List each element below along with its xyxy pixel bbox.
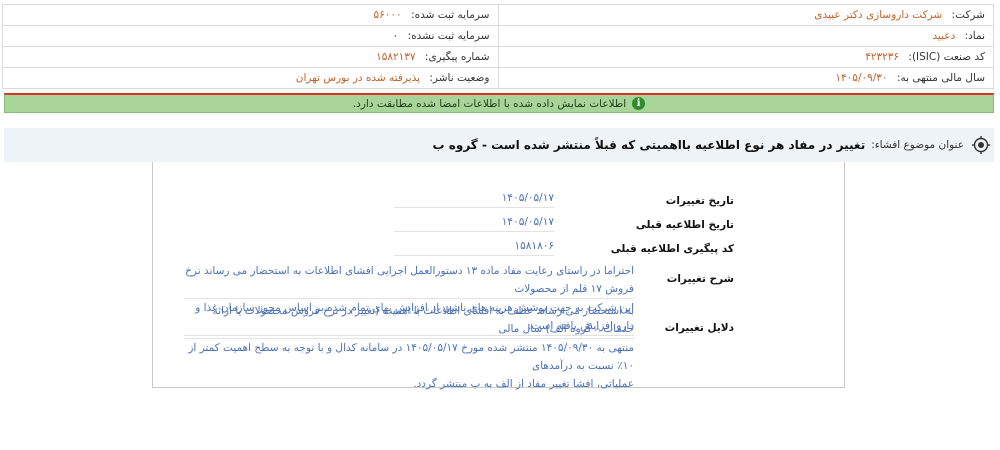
subject-title: تغییر در مفاد هر نوع اطلاعیه بااهمیتی که… (432, 138, 866, 152)
registered-capital-label: سرمایه ثبت شده: (411, 9, 490, 21)
symbol-value[interactable]: دعبید (932, 30, 955, 42)
unregistered-capital-cell: سرمایه ثبت نشده: ۰ (2, 25, 499, 47)
reasons-line: منتهی به ۱۴۰۵/۰۹/۳۰ منتشر شده مورخ ۱۴۰۵/… (188, 342, 634, 372)
fiscal-year-cell: سال مالی منتهی به: ۱۴۰۵/۰۹/۳۰ (497, 67, 994, 89)
tracking-label: شماره پیگیری: (424, 51, 490, 63)
unregistered-capital-label: سرمایه ثبت نشده: (407, 30, 490, 42)
verification-notice: i اطلاعات نمایش داده شده با اطلاعات امضا… (4, 93, 994, 113)
fiscal-year-label: سال مالی منتهی به: (896, 72, 985, 84)
company-info-table: شرکت: شرکت داروسازی دکتر عبیدی سرمایه ثب… (2, 4, 994, 89)
company-cell: شرکت: شرکت داروسازی دکتر عبیدی (497, 4, 994, 26)
change-date-value: ۱۴۰۵/۰۵/۱۷ (394, 189, 554, 208)
company-label: شرکت: (951, 9, 985, 21)
tracking-value: ۱۵۸۲۱۳۷ (376, 51, 416, 63)
isic-value: ۴۲۳۲۳۶ (865, 51, 900, 63)
target-icon (972, 136, 990, 154)
isic-cell: کد صنعت (ISIC): ۴۲۳۲۳۶ (497, 46, 994, 68)
prev-notice-date-label: تاریخ اطلاعیه قبلی (635, 219, 734, 231)
status-cell: وضعیت ناشر: پذیرفته شده در بورس تهران (2, 67, 499, 89)
registered-capital-cell: سرمایه ثبت شده: ۵۶۰۰۰ (2, 4, 499, 26)
symbol-cell: نماد: دعبید (497, 25, 994, 47)
change-date-label: تاریخ تغییرات (665, 195, 734, 207)
isic-label: کد صنعت (ISIC): (908, 51, 985, 63)
tracking-cell: شماره پیگیری: ۱۵۸۲۱۳۷ (2, 46, 499, 68)
status-label: وضعیت ناشر: (429, 72, 490, 84)
reasons-text: به استحضار می رساند عطف به افشای اطلاعات… (184, 302, 634, 393)
subject-label: عنوان موضوع افشاء: (871, 139, 964, 151)
prev-tracking-value: ۱۵۸۱۸۰۶ (394, 237, 554, 256)
details-panel: تاریخ تغییرات ۱۴۰۵/۰۵/۱۷ تاریخ اطلاعیه ق… (152, 162, 845, 390)
info-row: شرکت: شرکت داروسازی دکتر عبیدی سرمایه ثب… (2, 4, 994, 26)
info-row: سال مالی منتهی به: ۱۴۰۵/۰۹/۳۰ وضعیت ناشر… (2, 67, 994, 89)
info-row: کد صنعت (ISIC): ۴۲۳۲۳۶ شماره پیگیری: ۱۵۸… (2, 46, 994, 68)
info-row: نماد: دعبید سرمایه ثبت نشده: ۰ (2, 25, 994, 47)
info-icon: i (632, 97, 646, 110)
prev-tracking-label: کد پیگیری اطلاعیه قبلی (610, 243, 734, 255)
status-value: پذیرفته شده در بورس تهران (295, 72, 421, 84)
subject-bar: عنوان موضوع افشاء: تغییر در مفاد هر نوع … (4, 128, 994, 162)
description-line: احتراما در راستای رعایت مفاد ماده ۱۳ دست… (184, 262, 634, 299)
unregistered-capital-value: ۰ (392, 30, 399, 42)
reasons-line: به استحضار می رساند عطف به افشای اطلاعات… (184, 302, 634, 339)
symbol-label: نماد: (964, 30, 985, 42)
notice-text: اطلاعات نمایش داده شده با اطلاعات امضا ش… (352, 97, 627, 110)
fiscal-year-value: ۱۴۰۵/۰۹/۳۰ (835, 72, 888, 84)
company-value[interactable]: شرکت داروسازی دکتر عبیدی (814, 9, 942, 21)
reasons-line: عملیاتی، افشا تغییر مفاد از الف به ب منت… (413, 378, 634, 390)
registered-capital-value: ۵۶۰۰۰ (373, 9, 402, 21)
prev-notice-date-value: ۱۴۰۵/۰۵/۱۷ (394, 213, 554, 232)
